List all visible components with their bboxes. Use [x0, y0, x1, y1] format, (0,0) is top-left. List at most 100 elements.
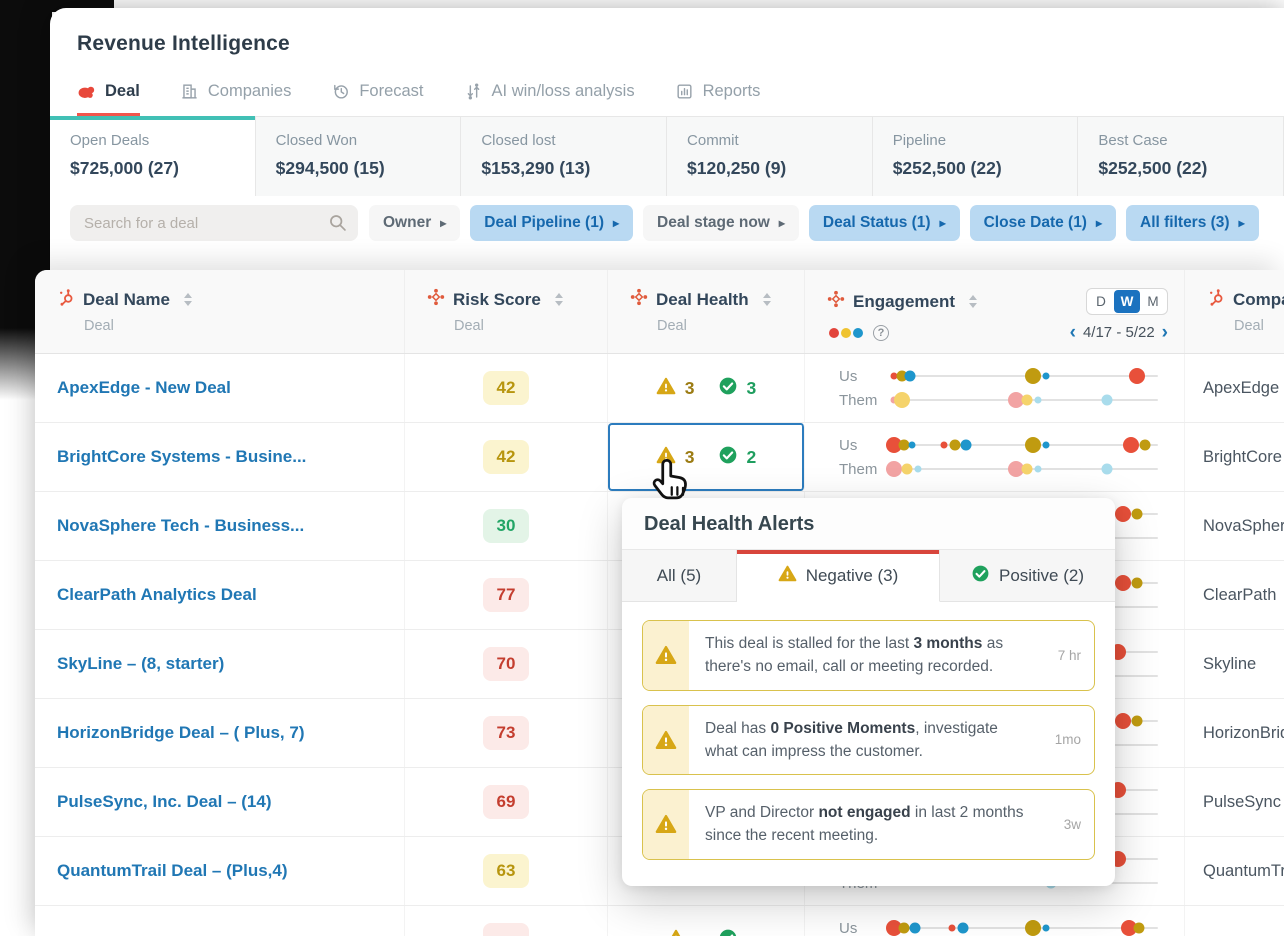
date-next-button[interactable]: › [1162, 323, 1168, 342]
engagement-dot [1025, 437, 1041, 453]
summary-card-best-case[interactable]: Best Case$252,500 (22) [1078, 116, 1284, 196]
popup-tab-positive-2[interactable]: Positive (2) [940, 550, 1115, 602]
engagement-dot [914, 466, 921, 473]
deal-health-cell[interactable]: 32 [608, 423, 805, 491]
tab-deal[interactable]: Deal [77, 82, 140, 116]
risk-score-badge: 42 [483, 440, 529, 474]
deal-health-cell[interactable]: 33 [608, 354, 805, 422]
deal-name-link[interactable]: SkyLine – (8, starter) [57, 654, 224, 674]
warning-icon [778, 564, 797, 588]
filter-chip-deal-status-1[interactable]: Deal Status (1)▸ [809, 205, 960, 241]
deal-name-link[interactable]: ClearPath Analytics Deal [57, 585, 257, 605]
date-range-nav: ‹ 4/17 - 5/22 › [1070, 323, 1168, 342]
warning-triangle-icon [643, 621, 689, 690]
sort-arrows[interactable] [184, 293, 192, 306]
column-header-risk-score: Risk ScoreDeal [405, 270, 608, 353]
summary-card-value: $252,500 (22) [1098, 158, 1263, 179]
deal-name-link[interactable]: ApexEdge - New Deal [57, 378, 231, 398]
popup-tabs: All (5) Negative (3)Positive (2) [622, 550, 1115, 602]
deal-health-cell[interactable] [608, 906, 805, 936]
engagement-dot [1115, 713, 1131, 729]
engagement-dot [1022, 395, 1033, 406]
check-circle-icon [718, 376, 738, 401]
date-range-label: 4/17 - 5/22 [1083, 324, 1155, 341]
filter-chip-close-date-1[interactable]: Close Date (1)▸ [970, 205, 1116, 241]
popup-tab-negative-3[interactable]: Negative (3) [737, 550, 940, 602]
deal-search-box[interactable] [70, 205, 358, 241]
summary-card-closed-lost[interactable]: Closed lost$153,290 (13) [461, 116, 667, 196]
filter-bar: Owner▸Deal Pipeline (1)▸Deal stage now▸D… [50, 196, 1284, 241]
filter-chip-deal-stage-now[interactable]: Deal stage now▸ [643, 205, 799, 241]
engagement-dot [1115, 506, 1131, 522]
filter-chip-deal-pipeline-1[interactable]: Deal Pipeline (1)▸ [470, 205, 633, 241]
tab-label: AI win/loss analysis [492, 82, 635, 101]
company-cell [1185, 906, 1284, 936]
company-name: Skyline [1203, 655, 1256, 674]
tab-reports[interactable]: Reports [675, 82, 761, 116]
tab-ai-win-loss-analysis[interactable]: AI win/loss analysis [464, 82, 635, 116]
deal-name-link[interactable]: QuantumTrail Deal – (Plus,4) [57, 861, 288, 881]
filter-chip-owner[interactable]: Owner▸ [369, 205, 460, 241]
granularity-d-button[interactable]: D [1088, 290, 1114, 313]
risk-score-cell: 42 [405, 354, 608, 422]
tab-forecast-icon [331, 82, 350, 101]
summary-card-value: $120,250 (9) [687, 158, 852, 179]
column-title: Company [1233, 290, 1284, 310]
risk-score-cell: 63 [405, 837, 608, 905]
column-header-row: Deal Name [57, 288, 404, 311]
help-icon[interactable]: ? [873, 325, 889, 341]
sort-arrows[interactable] [555, 293, 563, 306]
granularity-w-button[interactable]: W [1114, 290, 1140, 313]
summary-card-closed-won[interactable]: Closed Won$294,500 (15) [256, 116, 462, 196]
date-prev-button[interactable]: ‹ [1070, 323, 1076, 342]
alert-timestamp: 3w [1042, 790, 1094, 859]
filter-chip-all-filters-3[interactable]: All filters (3)▸ [1126, 205, 1259, 241]
tab-forecast[interactable]: Forecast [331, 82, 423, 116]
deal-name-link[interactable]: BrightCore Systems - Busine... [57, 447, 306, 467]
alert-card[interactable]: This deal is stalled for the last 3 mont… [642, 620, 1095, 691]
column-title: Engagement [853, 292, 955, 312]
column-header-left: Engagement [827, 290, 977, 313]
search-input[interactable] [70, 205, 358, 241]
summary-card-commit[interactable]: Commit$120,250 (9) [667, 116, 873, 196]
summary-card-open-deals[interactable]: Open Deals$725,000 (27) [50, 116, 256, 196]
column-subtitle: Deal [1234, 318, 1284, 334]
sort-arrows[interactable] [969, 295, 977, 308]
alert-card[interactable]: VP and Director not engaged in last 2 mo… [642, 789, 1095, 860]
alert-card[interactable]: Deal has 0 Positive Moments, investigate… [642, 705, 1095, 776]
engagement-dot [958, 923, 969, 934]
chevron-right-icon: ▸ [940, 216, 946, 230]
engagement-us-row: Us [839, 433, 1164, 457]
engagement-dot [1129, 368, 1145, 384]
engagement-dot [1139, 440, 1150, 451]
filter-chip-label: All filters (3) [1140, 214, 1230, 232]
risk-score-badge: 70 [483, 647, 529, 681]
warning-triangle-icon [666, 928, 686, 936]
deal-name-link[interactable]: HorizonBridge Deal – ( Plus, 7) [57, 723, 305, 743]
engagement-them-timeline [891, 468, 1158, 470]
summary-card-value: $294,500 (15) [276, 158, 441, 179]
engagement-us-label: Us [839, 437, 891, 454]
deal-name-link[interactable]: NovaSphere Tech - Business... [57, 516, 304, 536]
company-name: NovaSphere [1203, 517, 1284, 536]
popup-tab-all-5[interactable]: All (5) [622, 550, 737, 602]
granularity-m-button[interactable]: M [1140, 290, 1166, 313]
filter-chip-label: Owner [383, 214, 431, 232]
deal-name-cell: PulseSync, Inc. Deal – (14) [35, 768, 405, 836]
risk-score-badge: 42 [483, 371, 529, 405]
engagement-dot [909, 442, 916, 449]
alert-text: VP and Director not engaged in last 2 mo… [689, 790, 1042, 859]
tab-deal-icon [77, 84, 96, 100]
risk-score-badge: 77 [483, 578, 529, 612]
warning-triangle-icon [656, 445, 676, 470]
engagement-dot [960, 440, 971, 451]
deal-name-cell: QuantumTrail Deal – (Plus,4) [35, 837, 405, 905]
engagement-dot [1022, 464, 1033, 475]
deal-name-link[interactable]: PulseSync, Inc. Deal – (14) [57, 792, 271, 812]
engagement-dot [894, 392, 910, 408]
sort-arrows[interactable] [763, 293, 771, 306]
popup-alert-list: This deal is stalled for the last 3 mont… [622, 602, 1115, 878]
summary-card-pipeline[interactable]: Pipeline$252,500 (22) [873, 116, 1079, 196]
tab-companies[interactable]: Companies [180, 82, 291, 116]
popup-tab-label: All (5) [657, 566, 701, 586]
